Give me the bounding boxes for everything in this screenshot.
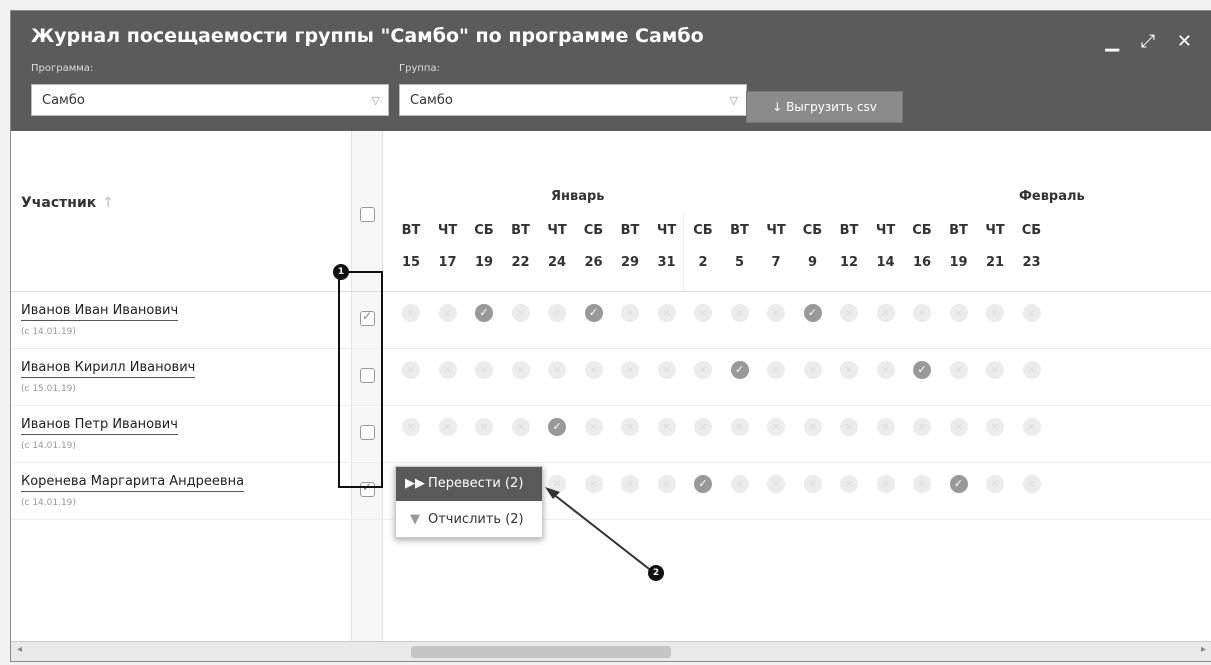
date-weekday: ЧТ xyxy=(766,223,786,238)
transfer-menu-item[interactable]: ▶▶ Перевести (2) xyxy=(396,467,542,501)
thumbs-down-icon: ▼ xyxy=(410,512,420,527)
date-weekday: ЧТ xyxy=(656,223,677,238)
chevron-down-icon: ▽ xyxy=(371,94,380,107)
date-weekday: ВТ xyxy=(511,223,530,238)
window-title: Журнал посещаемости группы "Самбо" по пр… xyxy=(31,25,704,47)
date-weekday: ЧТ xyxy=(985,223,1005,238)
date-weekday: ВТ xyxy=(620,223,640,238)
participant-since: (с 15.01.19) xyxy=(21,384,76,394)
date-weekday: ВТ xyxy=(730,223,749,238)
participant-header-label: Участник xyxy=(21,195,97,211)
date-day: 5 xyxy=(734,255,745,270)
month-divider xyxy=(683,213,684,291)
group-select[interactable]: Самбо ▽ xyxy=(399,84,747,116)
window-controls: ▁ ⤢ ✕ xyxy=(1101,31,1198,52)
date-day: 2 xyxy=(698,255,708,270)
participant-since: (с 14.01.19) xyxy=(21,441,76,451)
transfer-label: Перевести (2) xyxy=(428,476,524,491)
date-day: 24 xyxy=(547,255,567,270)
group-label: Группа: xyxy=(399,63,440,74)
date-day: 14 xyxy=(876,255,895,270)
date-day: 29 xyxy=(620,255,640,270)
date-header: Январь Февраль ВТ 15 ЧТ 17 СБ 19 ВТ 22 ЧТ 24 СБ 26 В… xyxy=(383,131,1211,291)
date-weekday: СБ xyxy=(583,223,604,238)
participant-name[interactable]: Иванов Петр Иванович xyxy=(21,417,178,435)
date-day: 12 xyxy=(839,255,859,270)
date-weekday: ВТ xyxy=(839,223,859,238)
annotation-badge-2: 2 xyxy=(648,565,664,581)
month-february: Февраль xyxy=(1019,189,1085,204)
export-csv-button[interactable]: ↓ Выгрузить csv xyxy=(746,91,903,123)
date-day: 15 xyxy=(401,255,421,270)
date-day: 22 xyxy=(511,255,530,270)
title-bar: Журнал посещаемости группы "Самбо" по пр… xyxy=(11,11,1211,131)
download-icon: ↓ xyxy=(772,100,787,114)
participant-since: (с 14.01.19) xyxy=(21,327,76,337)
scroll-left-icon[interactable]: ◂ xyxy=(17,644,22,655)
date-weekday: СБ xyxy=(1021,223,1042,238)
date-weekday: ЧТ xyxy=(547,223,567,238)
close-icon[interactable]: ✕ xyxy=(1177,31,1198,52)
date-day: 23 xyxy=(1022,255,1041,270)
participant-since: (с 14.01.19) xyxy=(21,498,76,508)
table-row: Иванов Иван Иванович (с 14.01.19) xyxy=(11,291,1211,349)
checkbox-highlight-frame xyxy=(338,271,383,488)
participant-name[interactable]: Коренева Маргарита Андреевна xyxy=(21,474,245,492)
date-day: 7 xyxy=(771,255,781,270)
date-day: 19 xyxy=(949,255,968,270)
select-all-checkbox[interactable] xyxy=(360,207,375,222)
table-row: Коренева Маргарита Андреевна (с 14.01.19… xyxy=(11,462,1211,520)
date-weekday: ЧТ xyxy=(875,223,896,238)
attendance-table: Участник ↑ Январь Февраль ВТ 15 ЧТ 17 СБ 19 ВТ 2… xyxy=(11,131,1211,641)
date-day: 26 xyxy=(584,255,603,270)
group-select-value: Самбо xyxy=(410,93,453,108)
table-header: Участник ↑ Январь Февраль ВТ 15 ЧТ 17 СБ 19 ВТ 2… xyxy=(11,131,1211,292)
date-weekday: СБ xyxy=(474,223,494,238)
table-row: Иванов Петр Иванович (с 14.01.19) xyxy=(11,405,1211,463)
date-weekday: СБ xyxy=(912,223,932,238)
sort-up-icon: ↑ xyxy=(102,195,114,211)
date-day: 16 xyxy=(912,255,932,270)
date-day: 21 xyxy=(985,255,1005,270)
participant-name[interactable]: Иванов Иван Иванович xyxy=(21,303,179,321)
attendance-window: Журнал посещаемости группы "Самбо" по пр… xyxy=(10,10,1211,662)
expel-menu-item[interactable]: ▼ Отчислить (2) xyxy=(396,503,542,537)
chevron-down-icon: ▽ xyxy=(729,94,738,107)
horizontal-scrollbar[interactable]: ◂ ▸ xyxy=(11,641,1211,661)
month-january: Январь xyxy=(551,189,605,204)
minimize-icon[interactable]: ▁ xyxy=(1105,31,1125,52)
context-menu: ▶▶ Перевести (2) ▼ Отчислить (2) xyxy=(395,466,543,538)
date-weekday: СБ xyxy=(693,223,713,238)
date-weekday: ЧТ xyxy=(437,223,458,238)
expel-label: Отчислить (2) xyxy=(428,512,524,527)
program-select-value: Самбо xyxy=(42,93,85,108)
participant-column-header[interactable]: Участник ↑ xyxy=(21,195,114,211)
date-weekday: ВТ xyxy=(949,223,968,238)
program-label: Программа: xyxy=(31,63,94,74)
date-weekday: СБ xyxy=(802,223,823,238)
fast-forward-icon: ▶▶ xyxy=(405,476,425,491)
date-day: 19 xyxy=(474,255,494,270)
annotation-badge-1: 1 xyxy=(333,264,349,280)
date-day: 17 xyxy=(438,255,457,270)
table-row: Иванов Кирилл Иванович (с 15.01.19) xyxy=(11,348,1211,406)
date-weekday: ВТ xyxy=(401,223,421,238)
program-select[interactable]: Самбо ▽ xyxy=(31,84,389,116)
scroll-thumb[interactable] xyxy=(411,646,671,658)
scroll-right-icon[interactable]: ▸ xyxy=(1201,644,1206,655)
date-day: 9 xyxy=(807,255,818,270)
export-csv-label: Выгрузить csv xyxy=(786,100,877,114)
maximize-icon[interactable]: ⤢ xyxy=(1141,31,1161,52)
date-day: 31 xyxy=(657,255,676,270)
participant-name[interactable]: Иванов Кирилл Иванович xyxy=(21,360,196,378)
